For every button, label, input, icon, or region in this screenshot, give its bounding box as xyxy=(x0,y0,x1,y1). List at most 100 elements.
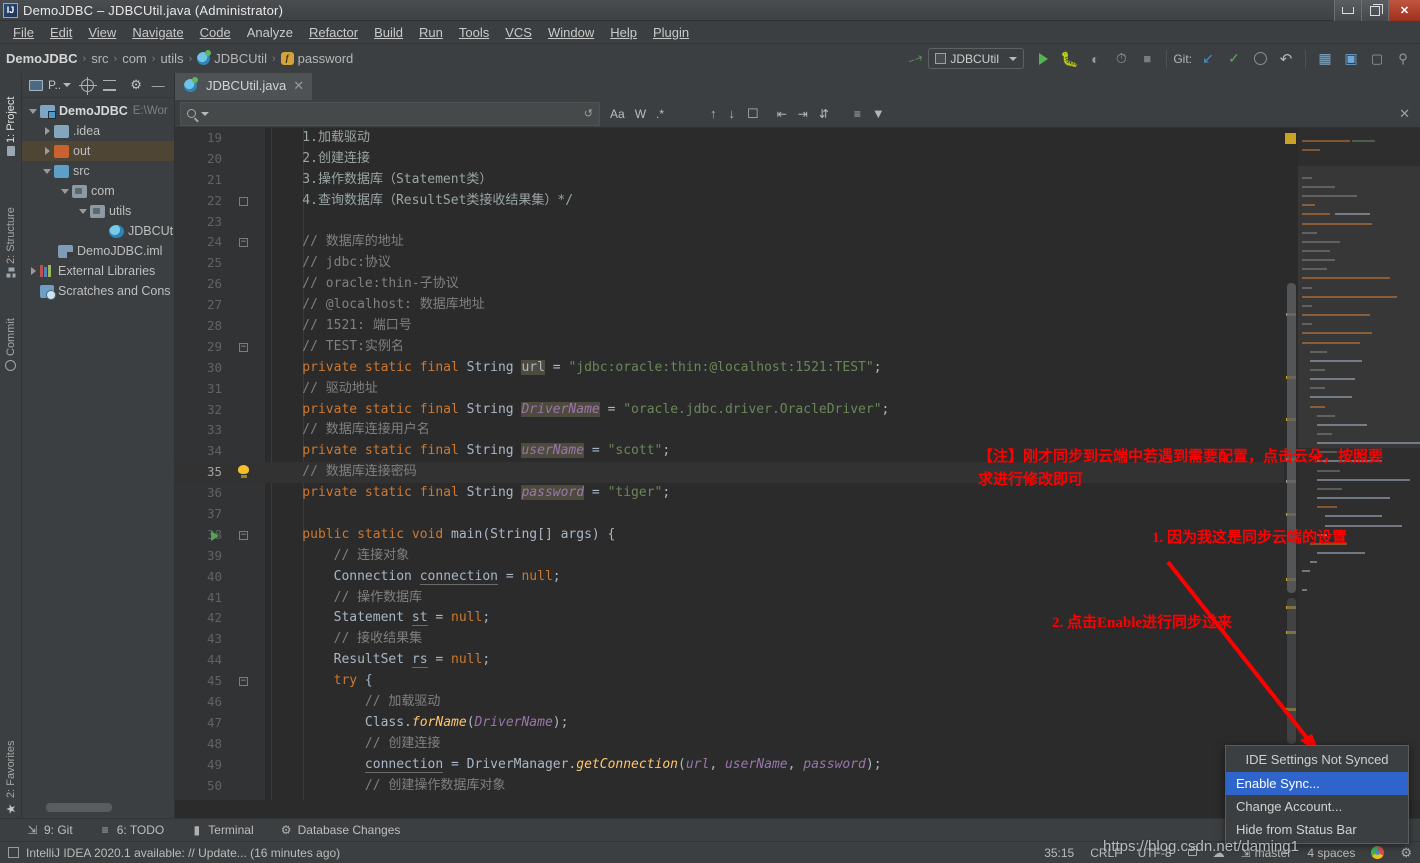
filter-icon[interactable]: ▼ xyxy=(872,106,885,121)
preview-results-icon[interactable]: ≡ xyxy=(854,107,861,121)
chevron-right-icon[interactable] xyxy=(40,147,54,155)
minimize-button[interactable] xyxy=(1334,0,1361,21)
menu-refactor[interactable]: Refactor xyxy=(301,23,366,42)
search-input[interactable]: ↺ xyxy=(180,101,600,126)
tree-node-jdbcutil[interactable]: JDBCUt xyxy=(22,221,174,241)
tree-node-out[interactable]: out xyxy=(22,141,174,161)
chevron-right-icon[interactable] xyxy=(26,267,40,275)
run-gutter-icon[interactable] xyxy=(211,530,219,541)
scroll-from-source-icon[interactable] xyxy=(77,75,97,95)
breadcrumb-item-class[interactable]: JDBCUtil xyxy=(197,50,267,66)
tree-node-scratches[interactable]: Scratches and Cons xyxy=(22,281,174,301)
context-menu-item-change-account[interactable]: Change Account... xyxy=(1226,795,1408,818)
rollback-icon[interactable]: ↶ xyxy=(1273,47,1299,71)
code-line[interactable]: 37 xyxy=(175,504,1420,525)
indent-widget[interactable]: 4 spaces xyxy=(1307,846,1355,860)
history-icon[interactable] xyxy=(1247,47,1273,71)
breadcrumb-item-utils[interactable]: utils xyxy=(160,51,183,66)
run-icon[interactable] xyxy=(1030,47,1056,71)
code-line[interactable]: 26 // oracle:thin-子协议 xyxy=(175,274,1420,295)
chevron-down-icon[interactable] xyxy=(40,168,54,174)
chevron-down-icon[interactable] xyxy=(58,188,72,194)
intention-bulb-icon[interactable] xyxy=(238,465,249,479)
chrome-icon[interactable] xyxy=(1371,846,1385,859)
bottom-item-terminal[interactable]: ▮ Terminal xyxy=(190,823,253,837)
status-message-area[interactable]: IntelliJ IDEA 2020.1 available: // Updat… xyxy=(0,846,340,860)
chevron-right-icon[interactable] xyxy=(40,127,54,135)
close-find-icon[interactable]: ✕ xyxy=(1399,106,1410,122)
chevron-down-icon[interactable] xyxy=(76,208,90,214)
menu-analyze[interactable]: Analyze xyxy=(239,23,301,42)
chevron-down-icon[interactable] xyxy=(26,108,40,114)
gear-icon[interactable]: ⚙ xyxy=(1400,845,1412,861)
stripe-marker-warning[interactable] xyxy=(1285,133,1296,144)
status-message[interactable]: IntelliJ IDEA 2020.1 available: // Updat… xyxy=(26,846,340,860)
debug-icon[interactable]: 🐛 xyxy=(1056,47,1082,71)
code-line[interactable]: 21 3.操作数据库（Statement类） xyxy=(175,170,1420,191)
commit-icon[interactable]: ✓ xyxy=(1221,47,1247,71)
code-line[interactable]: 25 // jdbc:协议 xyxy=(175,253,1420,274)
update-project-icon[interactable]: ↙ xyxy=(1195,47,1221,71)
project-horizontal-scrollbar[interactable] xyxy=(46,803,166,812)
code-line[interactable]: 28 // 1521: 端口号 xyxy=(175,316,1420,337)
find-prev-button[interactable]: ↑ xyxy=(710,106,717,121)
menu-code[interactable]: Code xyxy=(192,23,239,42)
code-line[interactable]: 31 // 驱动地址 xyxy=(175,379,1420,400)
menu-build[interactable]: Build xyxy=(366,23,411,42)
project-view-icon[interactable] xyxy=(26,75,46,95)
gear-icon[interactable]: ⚙ xyxy=(126,75,146,95)
regex-toggle[interactable]: .* xyxy=(656,107,664,121)
search-everywhere-icon[interactable]: ⚲ xyxy=(1390,47,1416,71)
fold-expand-icon[interactable]: − xyxy=(239,238,248,248)
bottom-item-database-changes[interactable]: ⚙ Database Changes xyxy=(280,823,401,837)
tree-node-iml[interactable]: DemoJDBC.iml xyxy=(22,241,174,261)
code-line[interactable]: 40 Connection connection = null; xyxy=(175,567,1420,588)
code-line[interactable]: 33 // 数据库连接用户名 xyxy=(175,420,1420,441)
code-line[interactable]: 32 private static final String DriverNam… xyxy=(175,400,1420,421)
menu-run[interactable]: Run xyxy=(411,23,451,42)
code-line[interactable]: 30 private static final String url = "jd… xyxy=(175,358,1420,379)
menu-help[interactable]: Help xyxy=(602,23,645,42)
menu-view[interactable]: View xyxy=(80,23,124,42)
breadcrumb-item-field[interactable]: password xyxy=(280,51,353,66)
tree-node-demojdbc[interactable]: DemoJDBC E:\Wor xyxy=(22,101,174,121)
tree-node-idea[interactable]: .idea xyxy=(22,121,174,141)
menu-window[interactable]: Window xyxy=(540,23,602,42)
bottom-item-git[interactable]: ⇲ 9: Git xyxy=(26,823,72,837)
plugin-icon[interactable]: ▣ xyxy=(1338,47,1364,71)
menu-edit[interactable]: Edit xyxy=(42,23,80,42)
menu-plugin[interactable]: Plugin xyxy=(645,23,697,42)
sidebar-item-structure[interactable]: 2: Structure xyxy=(0,181,22,281)
project-structure-icon[interactable]: ▦ xyxy=(1312,47,1338,71)
minimap-viewport[interactable] xyxy=(1298,166,1420,448)
code-line[interactable]: 19 1.加载驱动 xyxy=(175,128,1420,149)
sidebar-item-project[interactable]: 1: Project xyxy=(0,73,22,159)
menu-navigate[interactable]: Navigate xyxy=(124,23,191,42)
hide-icon[interactable]: — xyxy=(148,75,168,95)
code-line[interactable]: 24 − // 数据库的地址 xyxy=(175,232,1420,253)
code-line[interactable]: 23 xyxy=(175,212,1420,233)
sidebar-item-favorites[interactable]: ★ 2: Favorites xyxy=(0,725,22,820)
fold-expand-icon[interactable]: − xyxy=(239,677,248,687)
code-line[interactable]: 46 // 加载驱动 xyxy=(175,692,1420,713)
profile-icon[interactable]: ⏱ xyxy=(1108,47,1134,71)
sidebar-item-commit[interactable]: Commit xyxy=(0,295,22,375)
tree-node-external-libraries[interactable]: External Libraries xyxy=(22,261,174,281)
restore-button[interactable] xyxy=(1361,0,1388,21)
stop-icon[interactable]: ■ xyxy=(1134,47,1160,71)
words-toggle[interactable]: W xyxy=(635,107,646,121)
code-line[interactable]: 27 // @localhost: 数据库地址 xyxy=(175,295,1420,316)
next-occurrence-icon[interactable]: ⇵ xyxy=(819,107,829,121)
match-case-toggle[interactable]: Aa xyxy=(610,107,625,121)
code-line[interactable]: 44 ResultSet rs = null; xyxy=(175,650,1420,671)
close-button[interactable]: ✕ xyxy=(1388,0,1420,21)
run-configuration-selector[interactable]: JDBCUtil xyxy=(928,48,1025,69)
code-line[interactable]: 29 − // TEST:实例名 xyxy=(175,337,1420,358)
tree-node-src[interactable]: src xyxy=(22,161,174,181)
run-with-coverage-icon[interactable]: ◐ xyxy=(1082,47,1108,71)
menu-tools[interactable]: Tools xyxy=(451,23,497,42)
breadcrumb-item-project[interactable]: DemoJDBC xyxy=(6,51,78,66)
code-line[interactable]: 22 4.查询数据库（ResultSet类接收结果集）*/ xyxy=(175,191,1420,212)
menu-vcs[interactable]: VCS xyxy=(497,23,540,42)
project-view-mode[interactable]: P.. xyxy=(48,78,72,92)
